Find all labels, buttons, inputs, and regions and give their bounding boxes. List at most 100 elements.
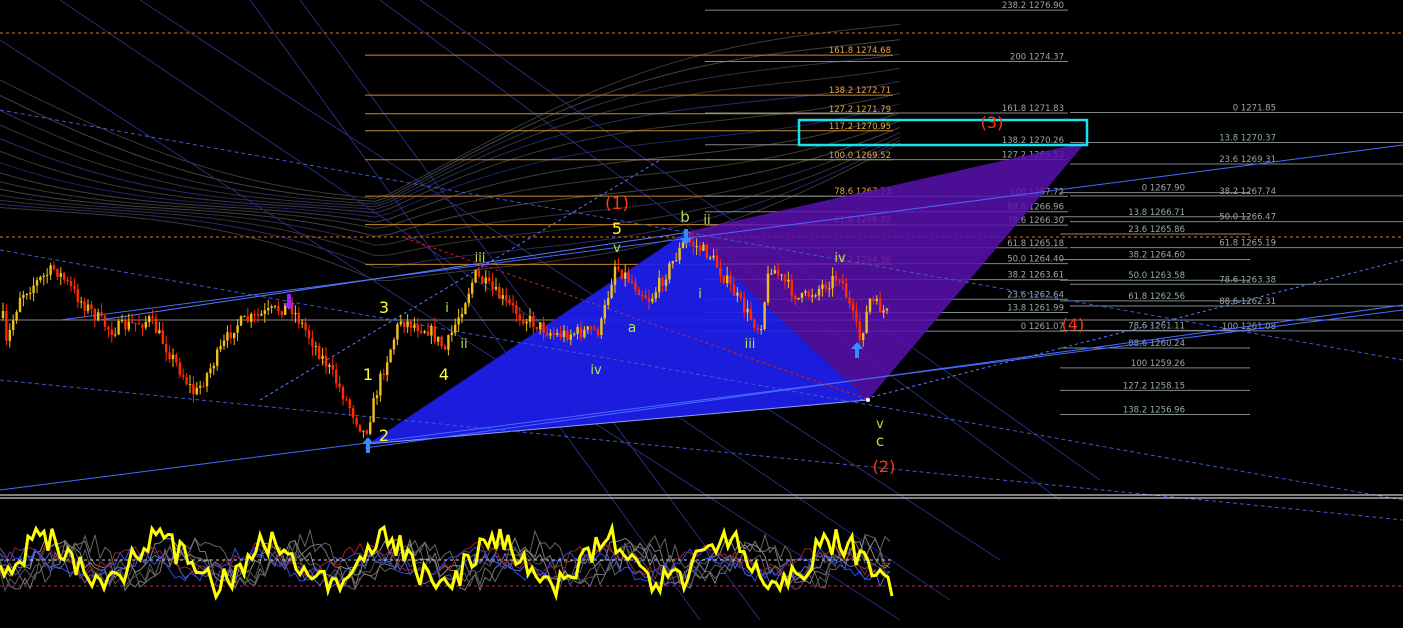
candle-body	[362, 430, 365, 432]
wave-label: iii	[745, 337, 756, 352]
candle-body	[477, 270, 481, 277]
candle-body	[175, 354, 178, 363]
candle-body	[35, 280, 39, 286]
candle-body	[709, 257, 712, 259]
candle-body	[46, 274, 49, 276]
candle-body	[766, 273, 770, 303]
fib-label-right: 13.8 1270.37	[1219, 134, 1276, 144]
candle-body	[188, 384, 192, 386]
candle-body	[753, 319, 756, 328]
candle-body	[352, 408, 355, 418]
candle-body	[124, 320, 127, 330]
wave-label: i	[445, 301, 449, 316]
candle-body	[743, 297, 746, 313]
fib-label-mid: 50.0 1264.40	[1007, 255, 1064, 265]
candle-body	[56, 268, 59, 277]
candle-body	[219, 346, 222, 350]
candle-body	[481, 276, 484, 284]
candle-body	[148, 316, 151, 322]
candle-body	[202, 385, 205, 387]
fib-label-right: 50.0 1266.47	[1219, 213, 1276, 223]
candle-body	[386, 362, 389, 375]
candle-body	[328, 364, 331, 367]
candle-body	[535, 327, 538, 330]
candle-body	[556, 333, 559, 335]
fib-label-mid: 161.8 1271.83	[1002, 104, 1064, 114]
candle-body	[583, 329, 586, 338]
candle-body	[505, 295, 508, 300]
candle-body	[668, 263, 671, 280]
candle-body	[518, 314, 521, 320]
candle-body	[144, 321, 147, 328]
candle-body	[664, 279, 668, 286]
candle-body	[365, 430, 368, 434]
wave-label: i	[698, 287, 702, 302]
candle-body	[212, 365, 215, 369]
candle-body	[831, 275, 834, 289]
candle-body	[348, 399, 351, 409]
fib-label-mid2: 127.2 1258.15	[1123, 381, 1185, 391]
fib-label-right: 78.6 1263.38	[1219, 275, 1276, 285]
candle-body	[403, 322, 406, 328]
candle-body	[868, 298, 872, 312]
wave-label: ii	[703, 213, 710, 228]
candle-body	[83, 301, 86, 311]
fib-label-right: 23.6 1269.31	[1219, 155, 1276, 165]
candle-body	[624, 272, 627, 279]
candle-body	[297, 312, 300, 324]
candle-body	[69, 281, 73, 287]
candle-body	[358, 424, 362, 432]
candle-body	[501, 295, 504, 299]
candle-body	[460, 313, 464, 318]
candle-body	[270, 306, 273, 309]
candle-body	[97, 312, 100, 321]
candle-body	[165, 343, 168, 353]
candle-body	[120, 320, 124, 322]
candle-body	[1, 311, 5, 318]
candle-body	[797, 297, 800, 300]
fib-label-mid: 13.8 1261.99	[1007, 303, 1064, 313]
candle-body	[528, 315, 532, 322]
candle-body	[110, 329, 113, 335]
candle-body	[454, 324, 457, 333]
candle-body	[756, 327, 759, 330]
candle-body	[63, 273, 66, 280]
candle-body	[141, 324, 144, 328]
candle-body	[770, 273, 773, 275]
candle-body	[630, 281, 634, 283]
candle-body	[692, 242, 695, 247]
candle-body	[654, 292, 657, 299]
candle-body	[562, 330, 566, 338]
candle-body	[134, 322, 137, 324]
candle-body	[447, 335, 450, 350]
candle-body	[137, 323, 141, 325]
wave-label: 3	[379, 298, 389, 317]
candle-body	[25, 294, 28, 296]
candle-body	[729, 275, 732, 285]
candle-body	[620, 269, 623, 279]
candle-body	[726, 275, 729, 284]
candle-body	[256, 314, 260, 316]
candle-body	[617, 266, 620, 270]
candle-body	[610, 284, 613, 299]
wave-label: (3)	[981, 113, 1004, 132]
candle-body	[369, 422, 372, 434]
candle-body	[239, 316, 243, 326]
fib-label-mid: 23.6 1262.64	[1007, 290, 1064, 300]
candle-body	[783, 274, 787, 282]
candle-body	[205, 373, 209, 387]
wave-label: v	[876, 417, 884, 432]
candle-body	[814, 295, 817, 297]
candle-body	[80, 301, 83, 303]
candle-body	[182, 375, 185, 378]
fib-label-right: 61.8 1265.19	[1219, 239, 1276, 249]
candle-body	[715, 255, 719, 268]
wave-label: ii	[460, 337, 467, 352]
candle-body	[722, 275, 725, 284]
candle-body	[103, 315, 107, 327]
candle-body	[821, 284, 824, 289]
candle-body	[845, 283, 848, 298]
wave-label: 4	[439, 365, 449, 384]
candle-body	[399, 322, 402, 325]
candle-body	[807, 291, 810, 297]
